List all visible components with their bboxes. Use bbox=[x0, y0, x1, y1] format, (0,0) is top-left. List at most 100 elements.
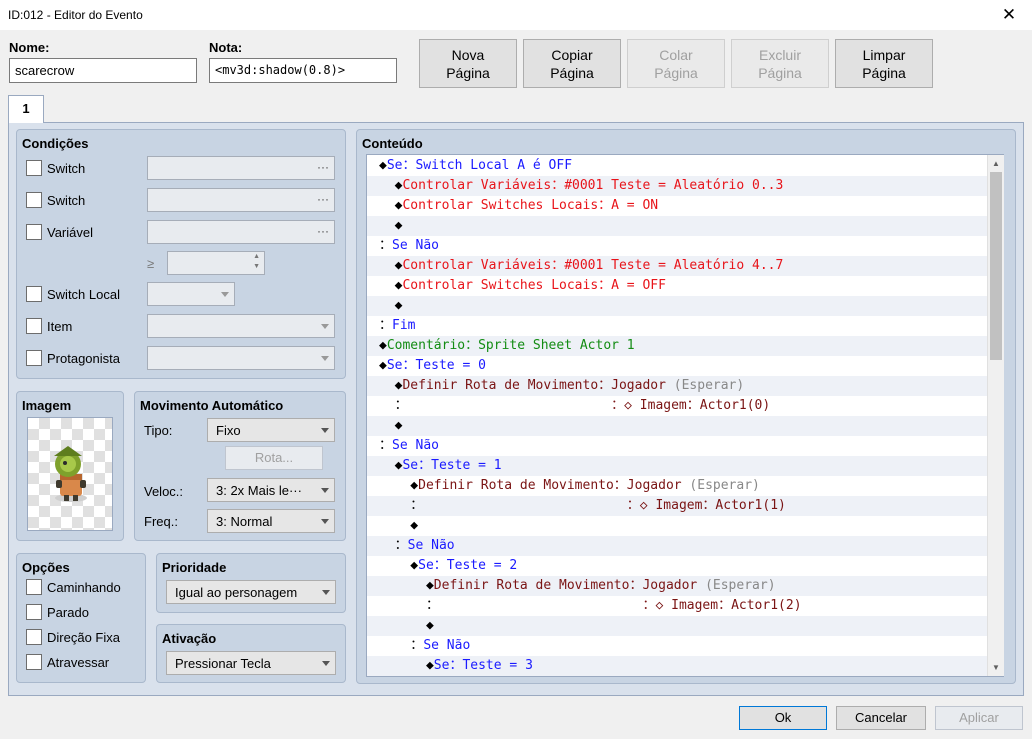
switch2-checkbox[interactable] bbox=[26, 192, 42, 208]
switch1-label: Switch bbox=[47, 161, 86, 176]
through-checkbox[interactable] bbox=[26, 654, 42, 670]
speed-select[interactable]: 3: 2x Mais le··· bbox=[207, 478, 335, 502]
switch1-checkbox[interactable] bbox=[26, 160, 42, 176]
command-row[interactable]: ：Se Não bbox=[367, 236, 987, 256]
command-row[interactable]: ◆Controlar Variáveis：#0001 Teste = Aleat… bbox=[367, 256, 987, 276]
switch2-label: Switch bbox=[47, 193, 86, 208]
conditions-title: Condições bbox=[22, 136, 89, 151]
self-switch-select[interactable] bbox=[147, 282, 235, 306]
actor-select[interactable] bbox=[147, 346, 335, 370]
switch2-browse-icon[interactable]: ··· bbox=[317, 192, 329, 206]
command-marker: ◆ bbox=[379, 478, 419, 493]
variable-browse-icon[interactable]: ··· bbox=[317, 224, 329, 238]
command-marker: ◆ bbox=[379, 658, 434, 673]
stepping-checkbox[interactable] bbox=[26, 604, 42, 620]
command-row[interactable]: ◆Controlar Switches Locais：A = ON bbox=[367, 196, 987, 216]
new-page-button[interactable]: Nova Página bbox=[419, 39, 517, 88]
chevron-down-icon bbox=[322, 590, 330, 595]
command-row[interactable]: ◆Controlar Switches Locais：A = OFF bbox=[367, 276, 987, 296]
variable-field[interactable]: ··· bbox=[147, 220, 335, 244]
command-row[interactable]: ◆Se：Switch Local A é OFF bbox=[367, 156, 987, 176]
close-icon[interactable]: ✕ bbox=[986, 0, 1032, 30]
command-text: (Esperar) bbox=[705, 578, 776, 593]
command-row[interactable]: ◆Se：Teste = 1 bbox=[367, 456, 987, 476]
command-marker: ： bbox=[379, 498, 424, 513]
chevron-down-icon bbox=[321, 324, 329, 329]
copy-page-button[interactable]: Copiar Página bbox=[523, 39, 621, 88]
auto-movement-title: Movimento Automático bbox=[140, 398, 284, 413]
chevron-down-icon bbox=[321, 428, 329, 433]
delete-page-label-line2: Página bbox=[758, 65, 802, 81]
command-row[interactable]: ◆Se：Teste = 0 bbox=[367, 356, 987, 376]
chevron-down-icon bbox=[321, 519, 329, 524]
command-text: Fim bbox=[392, 318, 416, 333]
scroll-down-icon[interactable]: ▼ bbox=[988, 659, 1004, 676]
variable-checkbox[interactable] bbox=[26, 224, 42, 240]
ok-button[interactable]: Ok bbox=[739, 706, 827, 730]
command-row[interactable]: ：Se Não bbox=[367, 436, 987, 456]
switch2-field[interactable]: ··· bbox=[147, 188, 335, 212]
switch1-field[interactable]: ··· bbox=[147, 156, 335, 180]
trigger-select[interactable]: Pressionar Tecla bbox=[166, 651, 336, 675]
command-row[interactable]: ◆ bbox=[367, 516, 987, 536]
trigger-value: Pressionar Tecla bbox=[175, 656, 271, 671]
direction-fix-checkbox[interactable] bbox=[26, 629, 42, 645]
command-row[interactable]: ◆Se：Teste = 2 bbox=[367, 556, 987, 576]
stepper-up-icon[interactable]: ▲ bbox=[253, 253, 260, 260]
movement-type-select[interactable]: Fixo bbox=[207, 418, 335, 442]
command-marker: ◆ bbox=[379, 218, 403, 233]
name-input[interactable]: scarecrow bbox=[9, 58, 197, 83]
priority-select[interactable]: Igual ao personagem bbox=[166, 580, 336, 604]
command-row[interactable]: ◆ bbox=[367, 416, 987, 436]
command-row[interactable]: ◆Controlar Variáveis：#0001 Teste = Aleat… bbox=[367, 176, 987, 196]
character-image-preview[interactable] bbox=[27, 417, 113, 531]
scroll-up-icon[interactable]: ▲ bbox=[988, 155, 1004, 172]
command-text: ：◇ Imagem：Actor1(0) bbox=[407, 398, 771, 413]
self-switch-checkbox[interactable] bbox=[26, 286, 42, 302]
command-row[interactable]: ： ：◇ Imagem：Actor1(1) bbox=[367, 496, 987, 516]
note-input[interactable]: <mv3d:shadow(0.8)> bbox=[209, 58, 397, 83]
command-row[interactable]: ◆ bbox=[367, 296, 987, 316]
clear-page-button[interactable]: Limpar Página bbox=[835, 39, 933, 88]
command-marker: ◆ bbox=[379, 358, 387, 373]
walking-checkbox[interactable] bbox=[26, 579, 42, 595]
stepper-down-icon[interactable]: ▼ bbox=[253, 263, 260, 270]
apply-button[interactable]: Aplicar bbox=[935, 706, 1023, 730]
route-button[interactable]: Rota... bbox=[225, 446, 323, 470]
item-checkbox[interactable] bbox=[26, 318, 42, 334]
command-row[interactable]: ◆Comentário：Sprite Sheet Actor 1 bbox=[367, 336, 987, 356]
command-row[interactable]: ：Fim bbox=[367, 316, 987, 336]
command-row[interactable]: ： ：◇ Imagem：Actor1(0) bbox=[367, 396, 987, 416]
command-row[interactable]: ◆Se：Teste = 3 bbox=[367, 656, 987, 676]
command-text: Se：Teste = 1 bbox=[402, 458, 502, 473]
item-select[interactable] bbox=[147, 314, 335, 338]
command-text: Controlar Switches Locais：A = OFF bbox=[402, 278, 666, 293]
command-marker: ◆ bbox=[379, 558, 419, 573]
command-row[interactable]: ◆Definir Rota de Movimento：Jogador (Espe… bbox=[367, 576, 987, 596]
command-marker: ： bbox=[379, 598, 439, 613]
chevron-down-icon bbox=[322, 661, 330, 666]
command-text: Controlar Variáveis：#0001 Teste = Aleató… bbox=[402, 178, 784, 193]
paste-page-button[interactable]: Colar Página bbox=[627, 39, 725, 88]
paste-page-label-line1: Colar bbox=[659, 47, 693, 63]
command-row[interactable]: ：Se Não bbox=[367, 636, 987, 656]
variable-value-stepper[interactable]: ▲ ▼ bbox=[167, 251, 265, 275]
actor-checkbox[interactable] bbox=[26, 350, 42, 366]
event-command-list[interactable]: ◆Se：Switch Local A é OFF ◆Controlar Vari… bbox=[366, 154, 1004, 677]
command-row[interactable]: ◆Definir Rota de Movimento：Jogador (Espe… bbox=[367, 376, 987, 396]
frequency-select[interactable]: 3: Normal bbox=[207, 509, 335, 533]
clear-page-label-line2: Página bbox=[862, 65, 906, 81]
command-marker: ： bbox=[379, 398, 408, 413]
command-row[interactable]: ： ：◇ Imagem：Actor1(2) bbox=[367, 596, 987, 616]
command-row[interactable]: ◆ bbox=[367, 616, 987, 636]
command-marker: ◆ bbox=[379, 278, 403, 293]
command-row[interactable]: ◆ bbox=[367, 216, 987, 236]
switch1-browse-icon[interactable]: ··· bbox=[317, 160, 329, 174]
scroll-thumb[interactable] bbox=[990, 172, 1002, 360]
cancel-button[interactable]: Cancelar bbox=[836, 706, 926, 730]
vertical-scrollbar[interactable]: ▲ ▼ bbox=[987, 155, 1004, 676]
delete-page-button[interactable]: Excluir Página bbox=[731, 39, 829, 88]
command-row[interactable]: ：Se Não bbox=[367, 536, 987, 556]
tab-page-1[interactable]: 1 bbox=[8, 95, 44, 123]
command-row[interactable]: ◆Definir Rota de Movimento：Jogador (Espe… bbox=[367, 476, 987, 496]
